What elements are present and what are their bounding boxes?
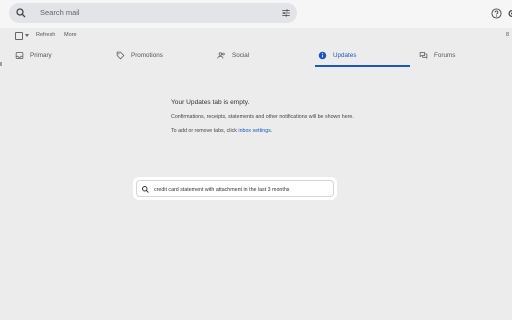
people-icon	[217, 52, 225, 59]
tab-label: Promotions	[131, 52, 163, 59]
tag-icon	[116, 51, 125, 60]
forum-icon	[419, 52, 428, 59]
header-bar: Search mail	[0, 0, 512, 28]
more-button[interactable]: More	[64, 32, 77, 38]
manage-prefix: To add or remove tabs, click	[171, 128, 239, 134]
search-icon	[142, 186, 149, 193]
settings-gear-icon[interactable]	[507, 8, 512, 19]
search-suggestion-inner[interactable]: credit card statement with attachment in…	[136, 180, 334, 197]
toolbar-edge-text: 8	[506, 32, 510, 38]
inbox-settings-link[interactable]: inbox settings	[238, 128, 270, 134]
search-bar[interactable]: Search mail	[9, 3, 297, 23]
empty-state-title: Your Updates tab is empty.	[171, 99, 250, 106]
search-suggestion-box[interactable]: credit card statement with attachment in…	[133, 177, 337, 200]
search-options-icon[interactable]	[281, 8, 291, 18]
toolbar	[0, 28, 512, 44]
refresh-button[interactable]: Refresh	[36, 32, 55, 38]
left-edge-marker	[0, 62, 2, 66]
empty-state-description: Confirmations, receipts, statements and …	[171, 114, 354, 120]
search-suggestion-query[interactable]: credit card statement with attachment in…	[154, 187, 289, 193]
tab-label: Updates	[333, 52, 357, 59]
info-icon	[318, 51, 327, 60]
chevron-down-icon[interactable]	[25, 34, 29, 37]
tab-label: Social	[232, 52, 250, 59]
help-icon[interactable]	[491, 8, 502, 19]
tab-label: Forums	[434, 52, 456, 59]
tab-label: Primary	[30, 52, 52, 59]
select-all-checkbox[interactable]	[15, 32, 23, 40]
search-icon[interactable]	[15, 7, 27, 19]
search-input[interactable]: Search mail	[40, 8, 80, 17]
inbox-icon	[15, 52, 24, 59]
manage-tabs-text: To add or remove tabs, click inbox setti…	[171, 128, 272, 134]
active-tab-indicator	[315, 65, 410, 67]
manage-suffix: .	[270, 128, 273, 134]
